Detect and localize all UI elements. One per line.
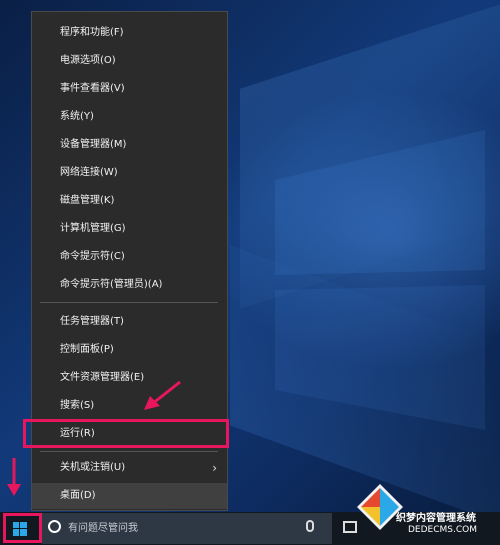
menu-separator (40, 451, 218, 452)
microphone-icon[interactable] (306, 520, 314, 532)
menu-item-search[interactable]: 搜索(S) (32, 393, 227, 419)
pointer-arrow-start (7, 458, 21, 496)
menu-item-desktop[interactable]: 桌面(D) (32, 483, 227, 509)
search-placeholder: 有问题尽管问我 (68, 523, 138, 534)
menu-item-shutdown-signout[interactable]: 关机或注销(U) › (32, 455, 227, 481)
pointer-arrow-run (144, 380, 181, 410)
menu-item-command-prompt[interactable]: 命令提示符(C) (32, 244, 227, 270)
watermark-logo (357, 484, 403, 530)
menu-item-system[interactable]: 系统(Y) (32, 104, 227, 130)
menu-item-programs-features[interactable]: 程序和功能(F) (32, 20, 227, 46)
menu-separator (40, 302, 218, 303)
menu-item-event-viewer[interactable]: 事件查看器(V) (32, 76, 227, 102)
chevron-right-icon: › (212, 461, 217, 475)
menu-item-network-connections[interactable]: 网络连接(W) (32, 160, 227, 186)
menu-item-file-explorer[interactable]: 文件资源管理器(E) (32, 365, 227, 391)
start-highlight-box (3, 513, 42, 543)
menu-item-command-prompt-admin[interactable]: 命令提示符(管理员)(A) (32, 272, 227, 298)
run-highlight-box (23, 419, 229, 448)
watermark-title: 织梦内容管理系统 (396, 513, 476, 524)
menu-item-computer-management[interactable]: 计算机管理(G) (32, 216, 227, 242)
menu-item-device-manager[interactable]: 设备管理器(M) (32, 132, 227, 158)
menu-item-label: 关机或注销(U) (60, 462, 126, 473)
menu-item-disk-management[interactable]: 磁盘管理(K) (32, 188, 227, 214)
menu-item-task-manager[interactable]: 任务管理器(T) (32, 309, 227, 335)
cortana-icon (48, 520, 61, 533)
menu-item-power-options[interactable]: 电源选项(O) (32, 48, 227, 74)
wallpaper-logo (275, 130, 485, 430)
watermark-subtitle: DEDECMS.COM (408, 525, 477, 535)
menu-item-control-panel[interactable]: 控制面板(P) (32, 337, 227, 363)
